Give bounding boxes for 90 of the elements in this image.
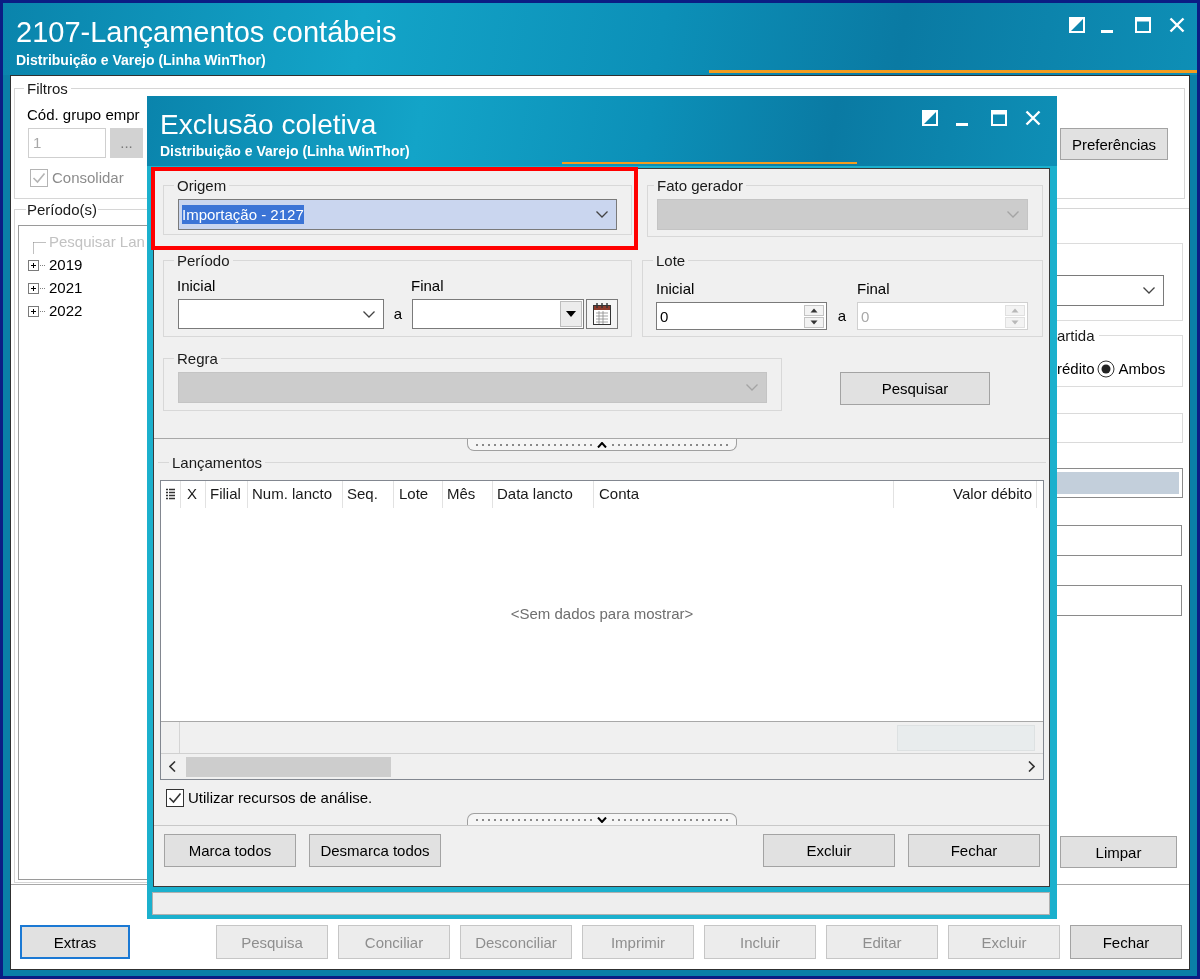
input-field[interactable] bbox=[1057, 468, 1183, 498]
chevron-left-icon[interactable] bbox=[169, 761, 176, 772]
radio-label: Ambos bbox=[1118, 358, 1166, 379]
scrollbar-thumb[interactable] bbox=[186, 756, 391, 777]
clear-button[interactable]: Limpar bbox=[1060, 836, 1177, 868]
field-label: Inicial bbox=[656, 280, 695, 297]
spin-up-icon[interactable] bbox=[804, 304, 824, 316]
group-label: Fato gerador bbox=[656, 177, 744, 194]
date-field[interactable] bbox=[412, 299, 584, 329]
maximize-icon[interactable] bbox=[991, 110, 1007, 126]
splitter-handle[interactable] bbox=[466, 439, 737, 451]
chevron-down-icon bbox=[1007, 211, 1019, 218]
column-header[interactable]: Valor débito bbox=[893, 481, 1036, 508]
field-label: Cód. grupo empr bbox=[27, 106, 141, 123]
splitter-handle[interactable] bbox=[466, 813, 737, 825]
preferences-button[interactable]: Preferências bbox=[1060, 128, 1168, 160]
field-label: Final bbox=[857, 280, 890, 297]
dialog-title: Exclusão coletiva bbox=[160, 110, 377, 140]
calendar-icon bbox=[593, 303, 611, 325]
search-button[interactable]: Pesquisar bbox=[840, 372, 990, 405]
column-header[interactable]: Lote bbox=[393, 481, 442, 508]
close-icon[interactable] bbox=[1025, 110, 1041, 126]
grip-dots-icon bbox=[611, 818, 728, 821]
group-label: Regra bbox=[176, 350, 219, 367]
group-label: Período bbox=[176, 252, 231, 269]
group-label: artida bbox=[1057, 327, 1096, 344]
expand-plus-icon[interactable] bbox=[28, 306, 46, 317]
close-icon[interactable] bbox=[1169, 17, 1185, 33]
window-title: 2107-Lançamentos contábeis bbox=[16, 17, 397, 47]
extras-button[interactable]: Extras bbox=[20, 925, 130, 959]
grip-dots-icon bbox=[475, 818, 592, 821]
radio-label: rédito bbox=[1057, 358, 1095, 379]
column-header[interactable]: Conta bbox=[593, 481, 893, 508]
checkbox-label: Consolidar bbox=[52, 167, 124, 188]
restore-icon[interactable] bbox=[922, 110, 938, 126]
group-label: Filtros bbox=[26, 80, 69, 97]
column-header[interactable]: Num. lancto bbox=[247, 481, 342, 508]
range-separator: a bbox=[393, 303, 403, 324]
checkbox[interactable] bbox=[166, 789, 184, 807]
column-header[interactable]: Filial bbox=[205, 481, 247, 508]
group-label: Lote bbox=[655, 252, 687, 269]
chevron-right-icon[interactable] bbox=[1028, 761, 1035, 772]
number-field[interactable]: 0 bbox=[656, 302, 827, 330]
input-field[interactable] bbox=[1057, 525, 1182, 556]
chevron-down-icon bbox=[596, 211, 608, 218]
dialog-subtitle: Distribuição e Varejo (Linha WinThor) bbox=[160, 143, 410, 160]
expand-plus-icon[interactable] bbox=[28, 260, 46, 271]
tree-item[interactable]: 2021 bbox=[49, 277, 83, 300]
expand-plus-icon[interactable] bbox=[28, 283, 46, 294]
radio-button[interactable] bbox=[1096, 360, 1115, 378]
calendar-button[interactable] bbox=[586, 299, 618, 329]
spin-down-icon[interactable] bbox=[804, 316, 824, 328]
group-label: Período(s) bbox=[26, 201, 99, 218]
grip-dots-icon bbox=[475, 443, 592, 446]
group-label: Origem bbox=[176, 177, 228, 194]
empty-message: <Sem dados para mostrar> bbox=[510, 604, 694, 625]
tree-item[interactable]: 2022 bbox=[49, 300, 83, 323]
caret-down-icon bbox=[566, 311, 576, 317]
column-header[interactable]: Mês bbox=[442, 481, 492, 508]
close-button[interactable]: Fechar bbox=[1070, 925, 1182, 959]
mark-all-button[interactable]: Marca todos bbox=[164, 834, 296, 867]
chevron-down-icon bbox=[363, 310, 375, 318]
caret-up-icon bbox=[596, 441, 607, 448]
close-button[interactable]: Fechar bbox=[908, 834, 1040, 867]
dropdown-field[interactable] bbox=[1057, 275, 1164, 306]
group-label: Lançamentos bbox=[171, 454, 264, 471]
unmark-all-button[interactable]: Desmarca todos bbox=[309, 834, 441, 867]
field-label: Final bbox=[411, 277, 444, 294]
column-header[interactable]: X bbox=[180, 481, 205, 508]
dropdown-field[interactable]: Importação - 2127 bbox=[178, 199, 617, 230]
delete-button[interactable]: Excluir bbox=[763, 834, 895, 867]
maximize-icon[interactable] bbox=[1135, 17, 1151, 33]
checkbox-label: Utilizar recursos de análise. bbox=[188, 787, 373, 808]
window-subtitle: Distribuição e Varejo (Linha WinThor) bbox=[16, 52, 266, 69]
restore-icon[interactable] bbox=[1069, 17, 1085, 33]
range-separator: a bbox=[837, 305, 847, 326]
date-field[interactable] bbox=[178, 299, 384, 329]
chevron-down-icon bbox=[1143, 287, 1155, 294]
dropdown-button[interactable] bbox=[560, 301, 582, 327]
field-label: Inicial bbox=[177, 277, 216, 294]
caret-down-icon bbox=[596, 816, 607, 823]
column-chooser-icon[interactable] bbox=[166, 488, 175, 501]
horizontal-scrollbar[interactable] bbox=[161, 753, 1043, 779]
chevron-down-icon bbox=[746, 384, 758, 391]
column-header[interactable]: Data lancto bbox=[492, 481, 593, 508]
column-header[interactable]: Seq. bbox=[342, 481, 393, 508]
grip-dots-icon bbox=[611, 443, 728, 446]
tree-item[interactable]: 2019 bbox=[49, 254, 83, 277]
input-field[interactable] bbox=[1057, 585, 1182, 616]
tree-connector-icon bbox=[33, 242, 46, 254]
